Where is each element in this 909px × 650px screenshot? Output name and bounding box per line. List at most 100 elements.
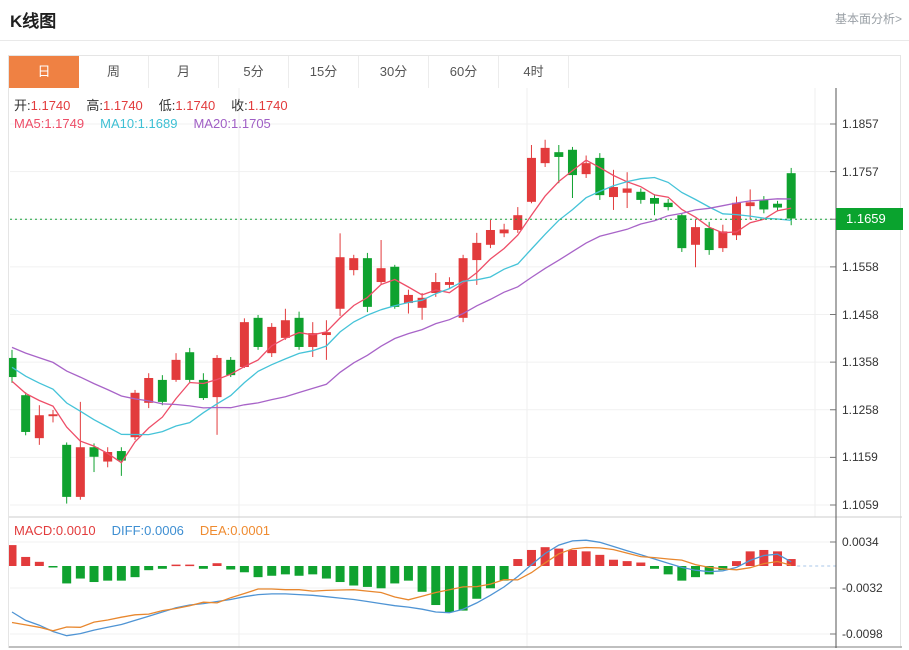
candle-body xyxy=(650,198,659,204)
candle-body xyxy=(185,352,194,380)
header-divider xyxy=(0,40,909,41)
candle-body xyxy=(664,203,673,207)
tab-日[interactable]: 日 xyxy=(9,56,79,88)
candle-body xyxy=(500,230,509,234)
candle-body xyxy=(746,202,755,206)
price-axis-label: 1.1159 xyxy=(842,450,902,464)
macd-bar xyxy=(90,566,99,582)
tab-60分[interactable]: 60分 xyxy=(429,56,499,88)
candle-body xyxy=(718,231,727,248)
price-axis-label: 1.1059 xyxy=(842,498,902,512)
tab-周[interactable]: 周 xyxy=(79,56,149,88)
candle-body xyxy=(554,152,563,157)
candlestick-series xyxy=(9,140,796,504)
candle-body xyxy=(459,258,468,318)
indicator-MA5: MA5:1.1749 xyxy=(14,116,84,131)
macd-bar xyxy=(513,559,522,566)
macd-bar xyxy=(62,566,71,583)
candle-body xyxy=(144,378,153,403)
candle-body xyxy=(636,192,645,200)
candle-body xyxy=(390,267,399,307)
macd-bar xyxy=(117,566,126,581)
macd-axis-label: -0.0098 xyxy=(842,627,902,641)
candle-body xyxy=(213,358,222,397)
chart-area[interactable] xyxy=(8,88,901,648)
macd-bar xyxy=(623,561,632,566)
candle-body xyxy=(472,243,481,260)
macd-bar xyxy=(431,566,440,605)
indicator-MA20: MA20:1.1705 xyxy=(193,116,270,131)
candle-body xyxy=(349,258,358,270)
candle-body xyxy=(377,268,386,282)
macd-bar xyxy=(459,566,468,611)
candle-body xyxy=(21,395,30,432)
macd-bar xyxy=(404,566,413,581)
macd-bar xyxy=(308,566,317,574)
candle-body xyxy=(336,257,345,309)
macd-bar xyxy=(363,566,372,587)
macd-bar xyxy=(131,566,140,577)
candle-body xyxy=(254,318,263,347)
macd-axis-label: 0.0034 xyxy=(842,535,902,549)
macd-bar xyxy=(254,566,263,577)
macd-axis-label: -0.0032 xyxy=(842,581,902,595)
price-axis-label: 1.1558 xyxy=(842,260,902,274)
macd-bar xyxy=(322,566,331,579)
macd-bar xyxy=(390,566,399,583)
candle-body xyxy=(609,187,618,197)
dea-line xyxy=(12,548,791,631)
fundamental-analysis-link[interactable]: 基本面分析> xyxy=(835,10,902,27)
tab-4时[interactable]: 4时 xyxy=(499,56,569,88)
tab-15分[interactable]: 15分 xyxy=(289,56,359,88)
macd-bar xyxy=(213,563,222,566)
ma20-line xyxy=(12,199,791,408)
indicator-DIFF: DIFF:0.0006 xyxy=(112,523,184,538)
macd-bar xyxy=(691,566,700,577)
macd-bar xyxy=(281,566,290,574)
candle-body xyxy=(623,188,632,192)
ma-readout: MA5:1.1749 MA10:1.1689 MA20:1.1705 xyxy=(14,116,287,131)
indicator-MACD: MACD:0.0010 xyxy=(14,523,96,538)
candle-body xyxy=(759,200,768,210)
candle-body xyxy=(240,322,249,367)
macd-bar xyxy=(76,566,85,579)
candle-body xyxy=(117,451,126,461)
indicator-开: 开:1.1740 xyxy=(14,98,70,113)
macd-bar xyxy=(650,566,659,569)
candle-body xyxy=(787,173,796,218)
indicator-MA10: MA10:1.1689 xyxy=(100,116,177,131)
candle-body xyxy=(582,163,591,174)
candle-body xyxy=(281,320,290,338)
ohlc-readout: 开:1.1740高:1.1740低:1.1740收:1.1740 xyxy=(14,95,304,114)
macd-bar xyxy=(349,566,358,586)
macd-bar xyxy=(199,566,208,569)
kline-chart-canvas xyxy=(9,88,902,648)
macd-bar xyxy=(185,565,194,567)
macd-histogram xyxy=(9,545,796,612)
page-title: K线图 xyxy=(10,7,56,32)
ma10-line xyxy=(12,178,791,435)
price-axis-label: 1.1358 xyxy=(842,355,902,369)
macd-bar xyxy=(664,566,673,574)
price-axis-label: 1.1458 xyxy=(842,308,902,322)
candle-body xyxy=(541,148,550,163)
macd-bar xyxy=(377,566,386,588)
macd-bar xyxy=(636,563,645,566)
macd-bar xyxy=(240,566,249,572)
tab-月[interactable]: 月 xyxy=(149,56,219,88)
candle-body xyxy=(513,215,522,230)
price-axis-label: 1.1857 xyxy=(842,117,902,131)
candle-body xyxy=(35,415,44,438)
macd-readout: MACD:0.0010DIFF:0.0006DEA:0.0001 xyxy=(14,523,286,538)
candle-body xyxy=(691,227,700,245)
macd-bar xyxy=(336,566,345,582)
tab-5分[interactable]: 5分 xyxy=(219,56,289,88)
macd-bar xyxy=(267,566,276,576)
timeframe-tabs: 日周月5分15分30分60分4时 xyxy=(8,55,901,88)
macd-bar xyxy=(472,566,481,599)
macd-bar xyxy=(500,566,509,581)
macd-bar xyxy=(527,550,536,566)
macd-bar xyxy=(144,566,153,570)
tab-30分[interactable]: 30分 xyxy=(359,56,429,88)
macd-bar xyxy=(158,566,167,569)
